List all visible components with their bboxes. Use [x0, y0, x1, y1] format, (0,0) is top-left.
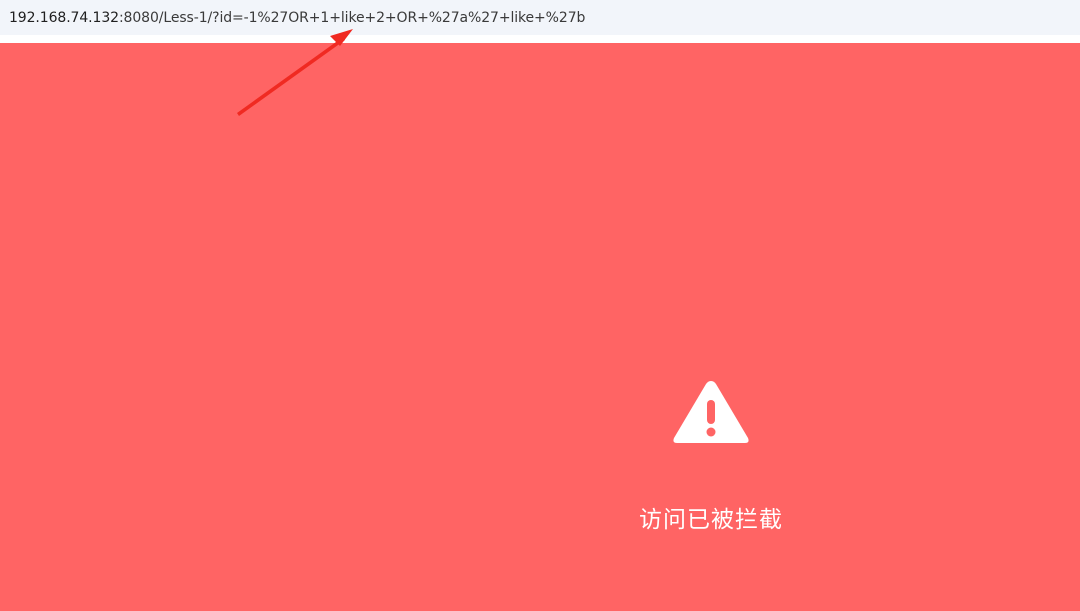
warning-triangle-icon: [673, 381, 749, 443]
url-host: 192.168.74.132: [9, 9, 119, 26]
block-message: 访问已被拦截: [639, 507, 783, 533]
toolbar-divider: [0, 35, 1080, 43]
url-text[interactable]: 192.168.74.132:8080/Less-1/?id=-1%27OR+1…: [9, 10, 585, 26]
url-path-query: :8080/Less-1/?id=-1%27OR+1+like+2+OR+%27…: [118, 9, 586, 26]
block-page: [0, 43, 1080, 611]
address-bar[interactable]: 192.168.74.132:8080/Less-1/?id=-1%27OR+1…: [0, 0, 1080, 35]
